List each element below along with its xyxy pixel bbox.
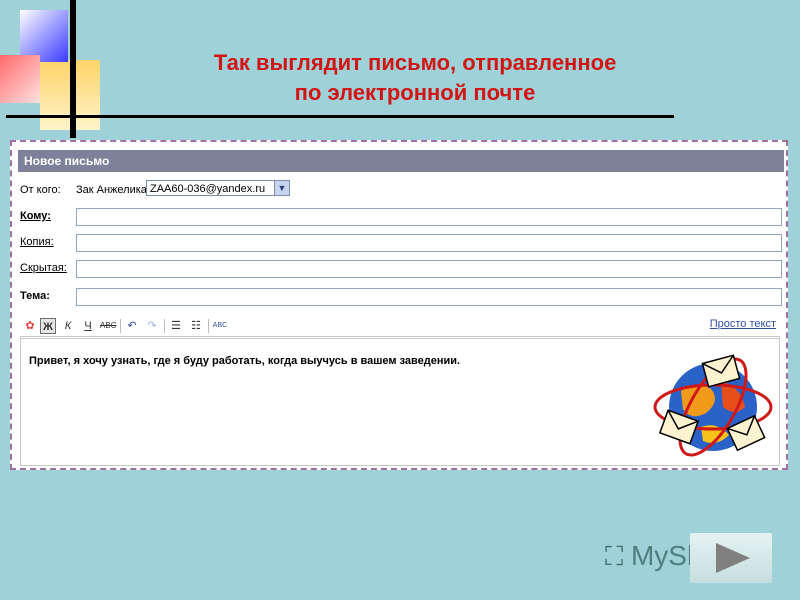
to-row: Кому: [20,208,790,226]
bullet-list-icon[interactable]: ☰ [168,318,184,334]
presenter-icon: ⛶ [605,541,624,571]
chevron-down-icon[interactable]: ▼ [274,181,289,195]
plain-text-link[interactable]: Просто текст [710,318,776,330]
slide-title-line1: Так выглядит письмо, отправленное [213,50,617,75]
redo-icon[interactable]: ↷ [144,318,160,334]
italic-button[interactable]: К [60,318,76,334]
formatting-toolbar: ✿ Ж К Ч ABC ↶ ↷ ☰ ☷ ABC Просто текст [20,316,780,337]
underline-button[interactable]: Ч [80,318,96,334]
to-input[interactable] [76,208,782,226]
cc-row: Копия: [20,234,790,252]
from-row: От кого: Зак Анжелика ZAA60-036@yandex.r… [20,180,790,200]
play-arrow-icon [716,543,750,573]
next-slide-button[interactable] [690,533,772,583]
subject-label: Тема: [20,290,50,302]
spellcheck-button[interactable]: ABC [212,318,228,334]
slide-title: Так выглядит письмо, отправленное по эле… [150,48,680,108]
bold-button[interactable]: Ж [40,318,56,334]
bcc-row: Скрытая: [20,260,790,278]
toolbar-separator [164,319,165,333]
to-label[interactable]: Кому: [20,210,51,222]
subject-input[interactable] [76,288,782,306]
toolbar-separator [208,319,209,333]
numbered-list-icon[interactable]: ☷ [188,318,204,334]
bcc-input[interactable] [76,260,782,278]
from-label: От кого: [20,184,61,196]
message-body-editor[interactable]: Привет, я хочу узнать, где я буду работа… [20,338,780,466]
decor-red-square [0,55,40,103]
cc-label[interactable]: Копия: [20,236,54,248]
decor-horizontal-line [6,115,674,118]
compose-header: Новое письмо [18,150,784,172]
slide-title-line2: по электронной почте [294,80,536,105]
from-email-value: ZAA60-036@yandex.ru [150,183,266,195]
globe-envelopes-clipart-icon [651,351,775,465]
cc-input[interactable] [76,234,782,252]
from-email-select[interactable]: ZAA60-036@yandex.ru ▼ [146,180,290,196]
toolbar-separator [120,319,121,333]
smiley-flower-icon[interactable]: ✿ [22,318,38,334]
bcc-label[interactable]: Скрытая: [20,262,67,274]
from-name: Зак Анжелика [76,184,147,196]
undo-icon[interactable]: ↶ [124,318,140,334]
subject-row: Тема: [20,288,790,306]
mail-compose-window: Новое письмо От кого: Зак Анжелика ZAA60… [10,140,788,470]
message-body-text: Привет, я хочу узнать, где я буду работа… [29,355,461,367]
strikethrough-button[interactable]: ABC [100,318,116,334]
